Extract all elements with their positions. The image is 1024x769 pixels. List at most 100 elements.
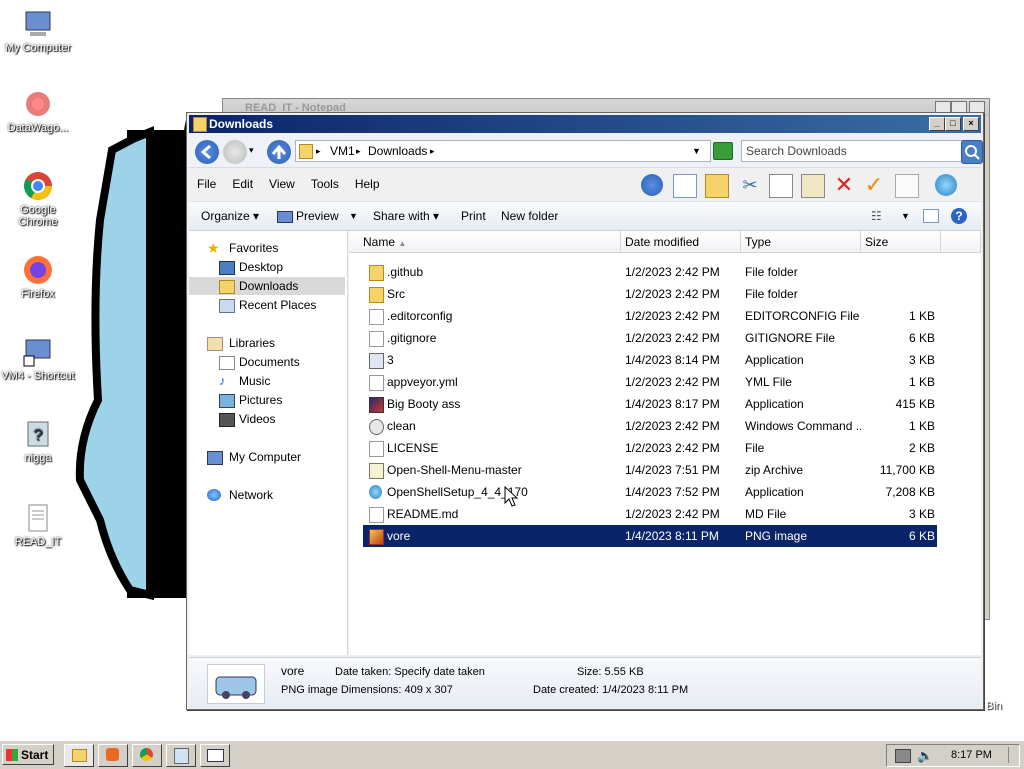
breadcrumb-vm1[interactable]: VM1 <box>330 141 355 161</box>
table-row[interactable]: .editorconfig 1/2/2023 2:42 PM EDITORCONFI… <box>363 305 937 327</box>
folder-options-icon[interactable] <box>705 174 729 198</box>
table-row[interactable]: vore 1/4/2023 8:11 PM PNG image 6 KB <box>363 525 937 547</box>
up-button[interactable] <box>267 140 291 164</box>
menu-help[interactable]: Help <box>355 177 380 191</box>
table-row[interactable]: .gitignore 1/2/2023 2:42 PM GITIGNORE File… <box>363 327 937 349</box>
start-button[interactable]: Start <box>2 744 54 765</box>
preview-pane-icon[interactable] <box>923 209 939 223</box>
breadcrumb-chevron-icon[interactable]: ▸ <box>316 141 321 161</box>
taskbar-chrome-button[interactable] <box>132 744 162 767</box>
cut-icon[interactable]: ✂ <box>739 174 761 196</box>
preview-icon <box>277 210 293 223</box>
nav-music[interactable]: ♪ Music <box>189 372 345 390</box>
minimize-button[interactable]: _ <box>929 117 945 131</box>
table-row[interactable]: LICENSE 1/2/2023 2:42 PM File 2 KB <box>363 437 937 459</box>
desktop-icon-chrome[interactable]: Google Chrome <box>0 170 76 228</box>
explorer-titlebar[interactable]: Downloads _ □ × <box>189 115 981 133</box>
nav-videos[interactable]: Videos <box>189 410 345 428</box>
table-row[interactable]: OpenShellSetup_4_4_170 1/4/2023 7:52 PM Ap… <box>363 481 937 503</box>
close-button[interactable]: × <box>963 117 979 131</box>
sort-ascending-icon: ▲ <box>398 239 407 248</box>
menu-tools[interactable]: Tools <box>311 177 339 191</box>
desktop-icon-datawago[interactable]: DataWago... <box>0 88 76 134</box>
column-type[interactable]: Type <box>741 231 861 253</box>
desktop-icon-unknown[interactable]: ? nigga <box>0 418 76 464</box>
clock[interactable]: 8:17 PM <box>951 745 992 766</box>
folders-pane-icon[interactable] <box>673 174 697 198</box>
maximize-button[interactable]: □ <box>945 117 961 131</box>
column-extra[interactable] <box>941 231 981 253</box>
nav-documents[interactable]: Documents <box>189 353 345 371</box>
column-size[interactable]: Size <box>861 231 941 253</box>
show-desktop-button[interactable] <box>1008 747 1017 763</box>
change-view-icon[interactable]: ☷ <box>871 202 882 230</box>
recent-pages-dropdown-icon[interactable]: ▾ <box>249 145 254 156</box>
search-input[interactable]: Search Downloads <box>741 140 965 162</box>
file-name: Src <box>387 287 405 301</box>
organize-button[interactable]: Organize ▾ <box>201 202 259 230</box>
volume-icon[interactable]: 🔈 <box>917 745 933 766</box>
column-date-modified[interactable]: Date modified <box>621 231 741 253</box>
nav-libraries[interactable]: Libraries <box>189 334 345 352</box>
nav-pictures[interactable]: Pictures <box>189 391 345 409</box>
table-row[interactable]: Big Booty ass 1/4/2023 8:17 PM Application… <box>363 393 937 415</box>
unknown-file-icon: ? <box>27 421 49 447</box>
breadcrumb-chevron-icon[interactable]: ▸ <box>356 141 361 161</box>
email-icon[interactable] <box>895 174 919 198</box>
table-row[interactable]: clean 1/2/2023 2:42 PM Windows Command ...… <box>363 415 937 437</box>
table-row[interactable]: Open-Shell-Menu-master 1/4/2023 7:51 PM zi… <box>363 459 937 481</box>
table-row[interactable]: Src 1/2/2023 2:42 PM File folder <box>363 283 937 305</box>
file-type: zip Archive <box>745 463 804 477</box>
help-icon[interactable]: ? <box>951 208 967 224</box>
address-dropdown-icon[interactable]: ▼ <box>692 141 701 161</box>
taskbar-media-player-button[interactable] <box>98 744 128 767</box>
chrome-icon <box>140 748 153 761</box>
nav-favorites[interactable]: ★ Favorites <box>189 239 345 257</box>
taskbar-notepad-button[interactable] <box>166 744 196 767</box>
file-size: 6 KB <box>908 529 935 543</box>
new-folder-button[interactable]: New folder <box>501 202 558 230</box>
refresh-button[interactable] <box>713 142 733 160</box>
preview-button[interactable]: Preview <box>277 202 339 230</box>
table-row[interactable]: 3 1/4/2023 8:14 PM Application 3 KB <box>363 349 937 371</box>
table-row[interactable]: .github 1/2/2023 2:42 PM File folder <box>363 261 937 283</box>
desktop-icon-vm-shortcut[interactable]: VM4 - Shortcut <box>0 336 76 382</box>
properties-icon[interactable]: ✓ <box>863 174 885 196</box>
table-row[interactable]: appveyor.yml 1/2/2023 2:42 PM YML File 1 KB <box>363 371 937 393</box>
nav-recent-places[interactable]: Recent Places <box>189 296 345 314</box>
nav-network[interactable]: Network <box>189 486 345 504</box>
print-button[interactable]: Print <box>461 202 486 230</box>
explorer-window[interactable]: Downloads _ □ × ▾ ▸ VM1 ▸ Downloads ▸ ▼ … <box>186 112 984 710</box>
share-with-button[interactable]: Share with ▾ <box>373 202 439 230</box>
menu-edit[interactable]: Edit <box>232 177 253 191</box>
delete-icon[interactable]: ✕ <box>833 174 855 196</box>
breadcrumb[interactable]: ▸ VM1 ▸ Downloads ▸ ▼ <box>295 140 711 162</box>
desktop-icon-my-computer[interactable]: My Computer <box>0 8 76 54</box>
menu-file[interactable]: File <box>197 177 216 191</box>
detail-date-taken[interactable]: Date taken: Specify date taken <box>335 666 485 678</box>
desktop-icon-firefox[interactable]: Firefox <box>0 254 76 300</box>
menu-view[interactable]: View <box>269 177 295 191</box>
preview-dropdown-icon[interactable]: ▼ <box>349 202 358 230</box>
nav-downloads[interactable]: Downloads <box>189 277 345 295</box>
table-row[interactable]: README.md 1/2/2023 2:42 PM MD File 3 KB <box>363 503 937 525</box>
back-button[interactable] <box>195 140 219 164</box>
breadcrumb-chevron-icon[interactable]: ▸ <box>430 141 435 161</box>
breadcrumb-downloads[interactable]: Downloads <box>368 141 427 161</box>
open-shell-icon[interactable] <box>935 174 957 196</box>
paste-icon[interactable] <box>801 174 825 198</box>
up-folder-icon[interactable] <box>641 174 663 196</box>
nav-my-computer[interactable]: My Computer <box>189 448 345 466</box>
taskbar-vm-button[interactable] <box>200 744 230 767</box>
view-dropdown-icon[interactable]: ▼ <box>901 202 910 230</box>
forward-button[interactable] <box>223 140 247 164</box>
search-button[interactable] <box>961 140 983 164</box>
desktop-icon-read-it[interactable]: READ_IT <box>0 502 76 548</box>
taskbar-explorer-button[interactable] <box>64 744 94 767</box>
copy-icon[interactable] <box>769 174 793 198</box>
text-file-icon <box>28 504 48 532</box>
nav-desktop[interactable]: Desktop <box>189 258 345 276</box>
recycle-bin-label[interactable]: Bin <box>986 700 1002 712</box>
column-name[interactable]: Name ▲ <box>349 231 621 253</box>
network-tray-icon[interactable] <box>895 749 911 763</box>
